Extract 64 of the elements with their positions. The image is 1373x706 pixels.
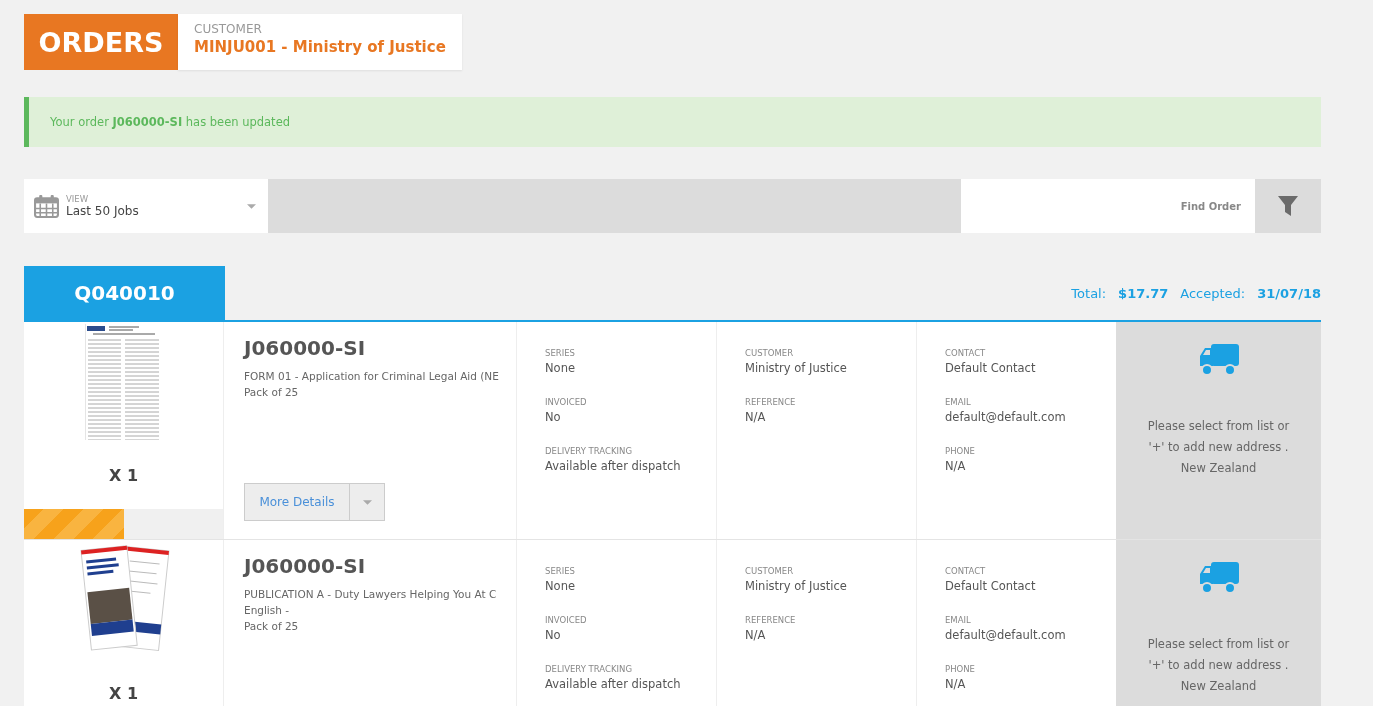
accepted-date: 31/07/18	[1257, 285, 1321, 301]
field-label: SERIES	[545, 566, 576, 576]
total-label: Total:	[1071, 285, 1107, 301]
address-message: Please select from list or '+' to add new address .	[1146, 418, 1291, 456]
page-title: ORDERS	[24, 14, 178, 70]
field-label: EMAIL	[945, 397, 972, 407]
field-label: REFERENCE	[745, 397, 797, 407]
field-value: N/A	[945, 677, 967, 691]
field-value: N/A	[945, 459, 967, 473]
field-label: CONTACT	[945, 348, 987, 358]
view-label: VIEW	[66, 194, 90, 204]
filter-icon	[1278, 196, 1298, 216]
search-field[interactable]: Find Order	[961, 179, 1255, 233]
field-label: DELIVERY TRACKING	[545, 664, 633, 674]
quantity: X 1	[108, 466, 138, 485]
job-description: English -	[244, 603, 291, 618]
field-label: PHONE	[945, 446, 976, 456]
field-label: PHONE	[945, 664, 976, 674]
view-dropdown[interactable]: VIEW Last 50 Jobs	[24, 179, 268, 233]
field-value: default@default.com	[945, 628, 1067, 642]
field-value: No	[545, 628, 562, 642]
field-value: Available after dispatch	[545, 677, 682, 691]
total-value: $17.77	[1118, 285, 1169, 301]
address-message: Please select from list or '+' to add new address .	[1146, 636, 1291, 674]
caret-icon	[362, 499, 372, 505]
calendar-icon	[34, 194, 59, 218]
field-label: CONTACT	[945, 566, 987, 576]
field-label: DELIVERY TRACKING	[545, 446, 633, 456]
field-value: No	[545, 410, 562, 424]
field-value: Default Contact	[945, 579, 1037, 593]
field-label: INVOICED	[545, 615, 588, 625]
field-value: Ministry of Justice	[745, 361, 848, 375]
field-label: CUSTOMER	[745, 566, 795, 576]
job-description: FORM 01 - Application for Criminal Legal Aid (NE	[244, 369, 500, 384]
field-label: SERIES	[545, 348, 576, 358]
field-label: CUSTOMER	[745, 348, 795, 358]
quote-number: Q040010	[24, 266, 225, 320]
job-description: Pack of 25	[244, 619, 300, 634]
alert-message: Your order J060000-SI has been updated	[50, 115, 290, 129]
job-description: Pack of 25	[244, 385, 300, 400]
field-value: None	[545, 361, 576, 375]
field-value: default@default.com	[945, 410, 1067, 424]
truck-icon	[1198, 562, 1239, 594]
field-value: N/A	[745, 410, 767, 424]
job-number: J060000-SI	[244, 554, 367, 578]
accepted-label: Accepted:	[1180, 285, 1246, 301]
job-description: PUBLICATION A - Duty Lawyers Helping You At C	[244, 587, 498, 602]
view-value: Last 50 Jobs	[66, 204, 140, 218]
field-label: EMAIL	[945, 615, 972, 625]
customer-label: CUSTOMER	[194, 22, 263, 36]
job-number: J060000-SI	[244, 336, 367, 360]
customer-name: MINJU001 - Ministry of Justice	[194, 38, 446, 56]
truck-icon	[1198, 344, 1239, 376]
field-value: None	[545, 579, 576, 593]
address-country: New Zealand	[1179, 460, 1258, 477]
field-label: REFERENCE	[745, 615, 797, 625]
field-value: Available after dispatch	[545, 459, 682, 473]
address-country: New Zealand	[1179, 678, 1258, 695]
field-value: Default Contact	[945, 361, 1037, 375]
field-value: Ministry of Justice	[745, 579, 848, 593]
quantity: X 1	[108, 684, 138, 703]
caret-icon	[247, 203, 256, 209]
field-label: INVOICED	[545, 397, 588, 407]
field-value: N/A	[745, 628, 767, 642]
